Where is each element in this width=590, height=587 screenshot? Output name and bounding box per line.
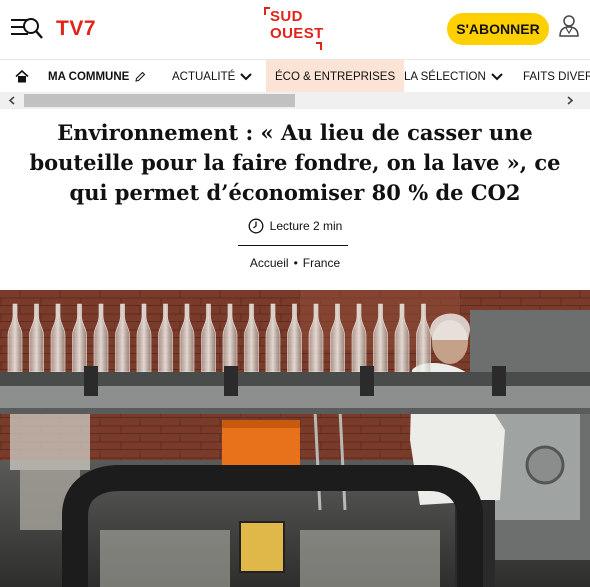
article-title: Environnement : « Au lieu de casser une … <box>29 120 561 205</box>
nav-item-eco-entreprises[interactable]: ÉCO & ENTREPRISES <box>266 60 405 92</box>
title-divider <box>238 245 348 246</box>
breadcrumb-france-link[interactable]: France <box>303 256 340 270</box>
reading-time-label: Lecture 2 min <box>269 219 343 233</box>
nav-item-label: ÉCO & ENTREPRISES <box>275 70 396 83</box>
menu-search-icon[interactable] <box>10 14 44 42</box>
pencil-icon <box>135 71 146 82</box>
nav-item-label: ACTUALITÉ <box>172 70 236 83</box>
main-navigation: MA COMMUNE ACTUALITÉ ÉCO & ENTREPRISES L… <box>0 59 590 92</box>
user-account-icon[interactable] <box>558 14 580 38</box>
scroll-right-icon[interactable] <box>562 92 579 109</box>
nav-item-label: FAITS DIVERS <box>523 70 590 83</box>
reading-time: Lecture 2 min <box>0 218 590 234</box>
subscribe-button[interactable]: S'ABONNER <box>447 13 549 45</box>
clock-icon <box>248 218 264 234</box>
tv7-link[interactable]: TV7 <box>56 17 96 41</box>
nav-item-faits-divers[interactable]: FAITS DIVERS <box>523 60 590 92</box>
nav-item-label: MA COMMUNE <box>48 70 130 83</box>
logo-line-2: OUEST <box>270 25 324 42</box>
sud-ouest-logo[interactable]: SUD OUEST <box>264 7 324 51</box>
nav-item-actualite[interactable]: ACTUALITÉ <box>172 60 252 92</box>
breadcrumb-separator: • <box>293 256 298 270</box>
site-header: TV7 SUD OUEST S'ABONNER <box>0 0 590 58</box>
nav-item-ma-commune[interactable]: MA COMMUNE <box>48 60 146 92</box>
home-icon[interactable] <box>10 60 29 92</box>
logo-line-1: SUD <box>270 8 303 25</box>
nav-item-label: LA SÉLECTION <box>404 70 486 83</box>
nav-scrollbar[interactable] <box>0 92 590 109</box>
scroll-left-icon[interactable] <box>3 92 20 109</box>
breadcrumb-home-link[interactable]: Accueil <box>250 256 289 270</box>
scrollbar-thumb[interactable] <box>24 94 295 107</box>
article-photo <box>0 290 590 587</box>
nav-item-la-selection[interactable]: LA SÉLECTION <box>404 60 503 92</box>
chevron-down-icon <box>491 72 503 80</box>
chevron-down-icon <box>240 72 252 80</box>
breadcrumb: Accueil • France <box>0 256 590 270</box>
